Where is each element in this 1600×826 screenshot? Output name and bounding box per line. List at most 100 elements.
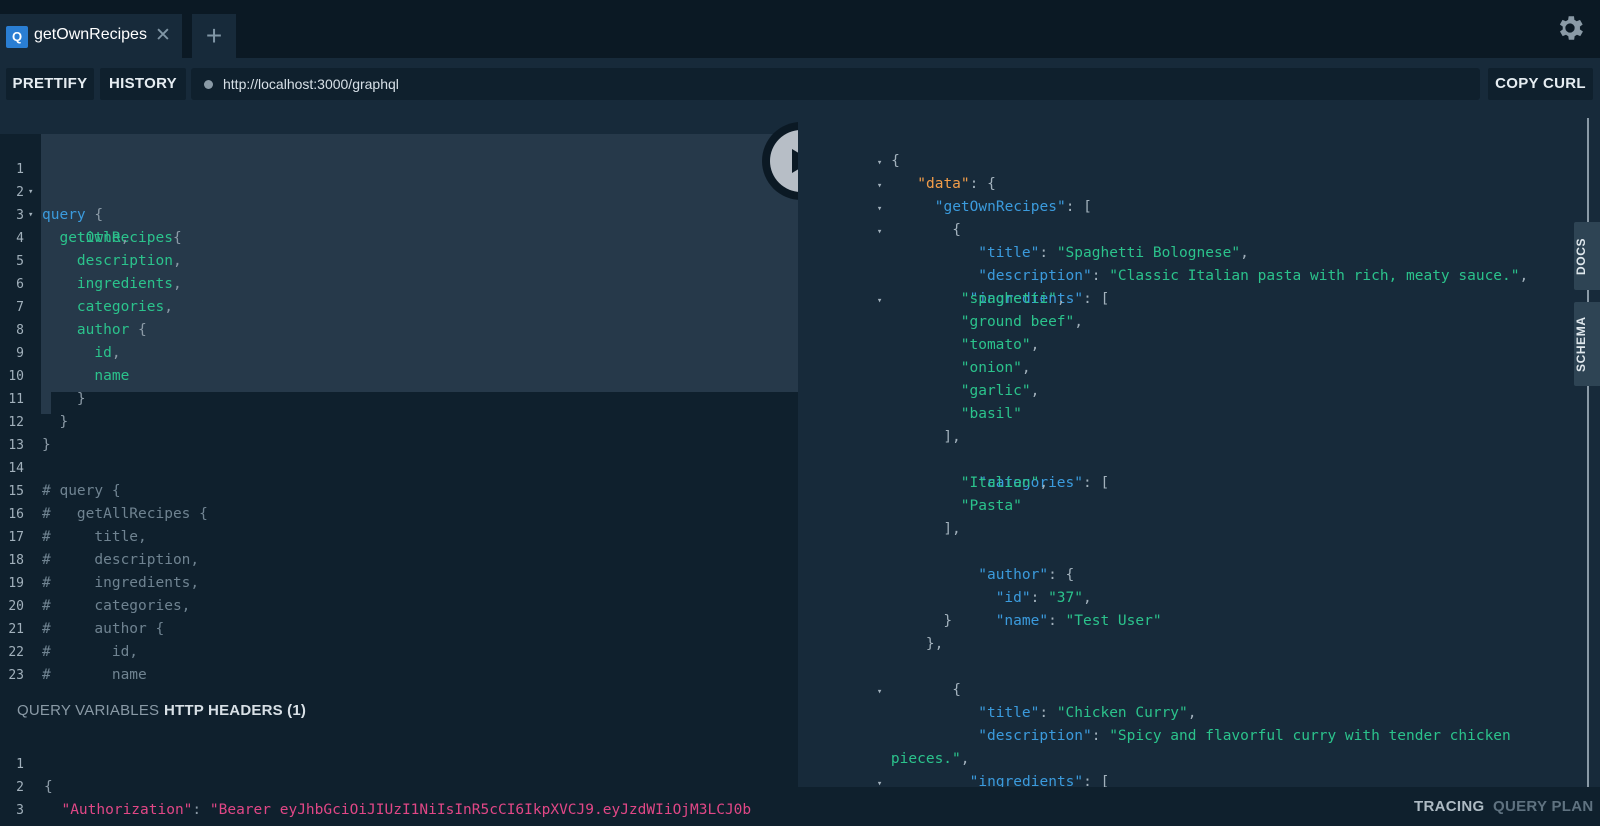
result-line: ], [943,429,961,445]
code-line: 2 "Authorization": "Bearer eyJhbGciOiJIU… [0,753,751,818]
code-line: 1 { [0,730,53,795]
result-line: "garlic", [960,383,1040,399]
code-line: 2 ▾ getOwnRecipes{ [0,158,182,246]
code-line: 13 [0,411,35,453]
code-line: 23 # } [0,641,35,683]
result-line: "basil" [960,406,1022,422]
tracing-button[interactable]: TRACING [1414,787,1484,826]
tab-bar: Q getOwnRecipes ✕ + [0,0,1600,58]
header-key: "Authorization" [61,802,193,818]
query-badge-icon: Q [6,26,28,48]
code-line: 18 # ingredients, [0,526,199,591]
result-line: ▾ "getOwnRecipes": [ [876,199,1092,215]
tab-http-headers[interactable]: HTTP HEADERS (1) [164,702,306,719]
bottom-bar: TRACING QUERY PLAN [798,787,1600,826]
comment: # query { [42,483,121,499]
tab-query-variables[interactable]: QUERY VARIABLES [17,702,159,719]
schema-tab[interactable]: SCHEMA [1574,302,1600,386]
endpoint-url-text: http://localhost:3000/graphql [223,76,399,92]
close-icon[interactable]: ✕ [155,24,171,48]
editor-top-strip [0,114,798,134]
result-line: "title": "Spaghetti Bolognese", [978,245,1249,261]
code-line: 3 } [0,776,53,826]
code-line: 20 # author { [0,572,164,637]
code-line: 7 author { [0,273,147,338]
schema-label: SCHEMA [1574,316,1588,372]
result-line: "author": { [978,567,1075,583]
tab-getownrecipes[interactable]: Q getOwnRecipes ✕ [0,14,182,58]
field: title [76,230,121,246]
tab-title: getOwnRecipes [34,26,147,43]
endpoint-url-input[interactable]: http://localhost:3000/graphql [191,68,1480,100]
code-line: 15 # getAllRecipes { [0,457,208,522]
result-line: "name": "Test User" [995,613,1162,629]
result-line: ▾ { [876,222,961,238]
copy-curl-button[interactable]: COPY CURL [1488,68,1593,100]
query-plan-button[interactable]: QUERY PLAN [1493,787,1594,826]
code-line: 9 name [0,319,129,384]
field: author [76,322,130,338]
code-line: 5 ingredients, [0,227,182,292]
side-divider [1587,118,1589,788]
code-line: 21 # id, [0,595,138,660]
comment: # id, [42,644,139,660]
result-line: "tomato", [960,337,1040,353]
comment: # getAllRecipes { [42,506,208,522]
code-line: 1 ▾ query { [0,135,103,223]
docs-tab[interactable]: DOCS [1574,222,1600,290]
result-line: "ground beef", [960,314,1083,330]
result-line: "Pasta" [960,498,1022,514]
result-line: } [943,613,953,629]
result-line: "id": "37", [995,590,1092,606]
result-line: "Italian", [960,475,1049,491]
result-line: ▾ "ingredients": [ [876,774,1110,790]
code-line: 8 id, [0,296,120,361]
comment: # ingredients, [42,575,200,591]
code-line: 14 # query { [0,434,120,499]
prettify-button[interactable]: PRETTIFY [6,68,94,100]
code-line: 17 # description, [0,503,199,568]
field: description [76,253,173,269]
comment: # author { [42,621,165,637]
result-line: ▾ "ingredients": [ [876,291,1110,307]
result-line: ▾ { [876,682,961,698]
punct: { [85,207,104,223]
variables-panel: QUERY VARIABLES HTTP HEADERS (1) 1 { 2 "… [0,688,798,826]
header-value: "Bearer eyJhbGciOiJIUzI1NiIsInR5cCI6IkpX… [209,802,752,818]
status-dot-icon [204,80,213,89]
code-line: 16 # title, [0,480,146,545]
query-editor[interactable]: 1 ▾ query { 2 ▾ getOwnRecipes{ 3 title, … [0,114,798,688]
code-line: 6 categories, [0,250,173,315]
code-line: 19 # categories, [0,549,190,614]
result-line: ▾ { [876,153,900,169]
result-line: "spaghetti", [960,291,1066,307]
docs-label: DOCS [1574,237,1588,275]
comment: # title, [42,529,147,545]
history-button[interactable]: HISTORY [100,68,186,100]
result-line: pieces.", [890,751,970,767]
result-line: "title": "Chicken Curry", [978,705,1197,721]
code-line: 12 } [0,388,50,453]
result-line: }, [925,636,944,652]
punct: { [172,230,182,246]
result-line: ▾ "data": { [876,176,996,192]
result-line: "description": "Classic Italian pasta wi… [978,268,1529,284]
field: ingredients [76,276,173,292]
line-number: 3 [16,803,24,818]
comment: # categories, [42,598,191,614]
code-line: 4 description, [0,204,182,269]
keyword: query [42,207,86,223]
code-line: 3 title, [0,181,129,246]
code-line: 22 # name [0,618,146,683]
code-line: 11 } [0,365,68,430]
field: id [94,345,112,361]
result-line: "onion", [960,360,1031,376]
result-line: "description": "Spicy and flavorful curr… [978,728,1511,744]
gear-icon[interactable] [1554,12,1586,44]
comment: # description, [42,552,200,568]
comment: # name [42,667,147,683]
code-line: 24 # } [0,664,35,687]
field: categories [76,299,165,315]
toolbar: PRETTIFY HISTORY http://localhost:3000/g… [0,58,1600,114]
add-tab-button[interactable]: + [192,14,236,58]
